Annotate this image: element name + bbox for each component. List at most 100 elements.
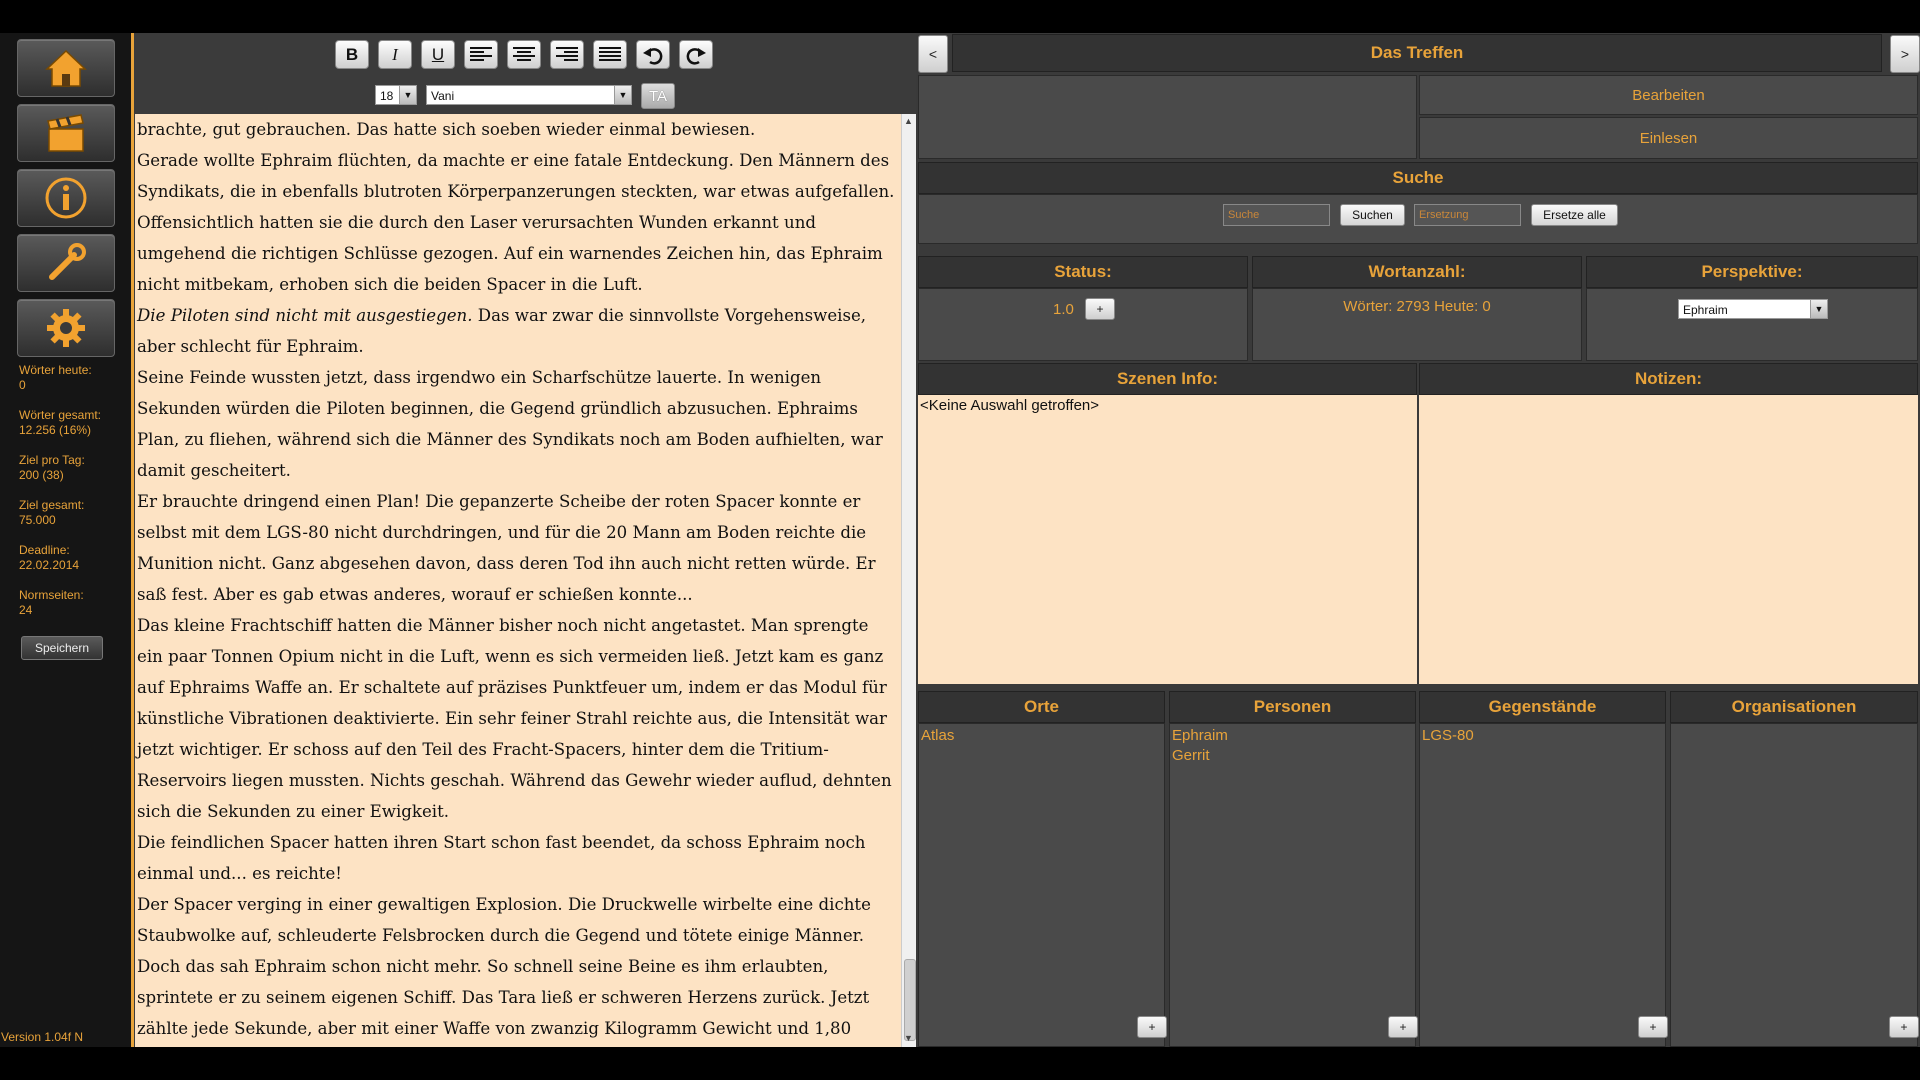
sidebar: Wörter heute: 0 Wörter gesamt: 12.256 (1… (0, 33, 131, 1047)
scene-info-text: <Keine Auswahl getroffen> (920, 397, 1100, 414)
stat-label: Ziel gesamt: (19, 498, 85, 512)
editor-accent-line (131, 33, 134, 1047)
underline-button[interactable]: U (421, 40, 455, 69)
organizations-list: + (1670, 723, 1919, 1047)
search-input[interactable]: Suche (1223, 204, 1330, 226)
scroll-up-icon[interactable]: ▲ (904, 116, 913, 126)
add-organization-button[interactable]: + (1889, 1016, 1919, 1038)
list-item[interactable]: Gerrit (1172, 746, 1210, 766)
status-header: Status: (918, 256, 1248, 288)
search-area: Suche Suchen Ersetzung Ersetze alle (918, 194, 1918, 244)
scroll-thumb[interactable] (904, 959, 916, 1041)
chevron-down-icon: ▼ (1810, 300, 1827, 318)
wrench-icon (49, 243, 86, 280)
wordcount-value: Wörter: 2793 Heute: 0 (1343, 298, 1491, 315)
manuscript-paragraph: brachte, gut gebrauchen. Das hatte sich … (135, 114, 901, 145)
prev-scene-button[interactable]: < (918, 35, 948, 73)
stat-label: Wörter gesamt: (19, 408, 102, 422)
font-size-select[interactable]: 18 ▼ (375, 85, 417, 105)
list-item[interactable]: Ephraim (1172, 726, 1228, 746)
version-label: Version 1.04f N (1, 1030, 84, 1044)
manuscript-text: Seine Feinde wussten jetzt, dass irgendw… (137, 368, 883, 480)
chevron-down-icon: ▼ (614, 86, 631, 104)
notes-textarea[interactable] (1419, 395, 1918, 684)
scene-info-textarea[interactable]: <Keine Auswahl getroffen> (918, 395, 1417, 684)
nav-scenes-button[interactable] (17, 104, 115, 162)
items-list: LGS-80 + (1419, 723, 1668, 1047)
replace-input[interactable]: Ersetzung (1414, 204, 1521, 226)
scene-title: Das Treffen (952, 34, 1882, 72)
justify-icon (599, 46, 621, 61)
perspective-value: Ephraim (1683, 303, 1728, 317)
align-center-button[interactable] (507, 40, 541, 69)
stat-value: 12.256 (16%) (19, 423, 92, 437)
align-center-icon (513, 46, 535, 61)
add-place-button[interactable]: + (1137, 1016, 1167, 1038)
manuscript-text: brachte, gut gebrauchen. Das hatte sich … (137, 120, 756, 139)
manuscript-paragraph: Er brauchte dringend einen Plan! Die gep… (135, 486, 901, 610)
align-left-icon (470, 46, 492, 61)
manuscript-italic-text: Die Piloten sind nicht mit ausgestiegen. (137, 306, 473, 325)
stat-label: Deadline: (19, 543, 70, 557)
font-family-value: Vani (431, 89, 455, 103)
justify-button[interactable] (593, 40, 627, 69)
nav-settings-button[interactable] (17, 299, 115, 357)
home-icon (45, 49, 87, 87)
editor-scrollbar[interactable]: ▲ ▼ (901, 114, 917, 1047)
add-item-button[interactable]: + (1638, 1016, 1668, 1038)
stat-words-today: Wörter heute: 0 (19, 363, 92, 393)
align-left-button[interactable] (464, 40, 498, 69)
manuscript-paragraph: Das kleine Frachtschiff hatten die Männe… (135, 610, 901, 827)
persons-header: Personen (1169, 691, 1416, 723)
editor-pane: B I U 18 ▼ Vani ▼ TA brachte, gut gebrau… (131, 33, 917, 1047)
align-right-icon (556, 46, 578, 61)
manuscript-text: Er brauchte dringend einen Plan! Die gep… (137, 492, 876, 604)
edit-scene-button[interactable]: Bearbeiten (1419, 75, 1918, 115)
nav-info-button[interactable] (17, 169, 115, 227)
clapperboard-icon (47, 114, 84, 152)
perspective-select[interactable]: Ephraim ▼ (1678, 299, 1828, 319)
redo-button[interactable] (679, 40, 713, 69)
undo-icon (643, 47, 663, 65)
align-right-button[interactable] (550, 40, 584, 69)
add-person-button[interactable]: + (1388, 1016, 1418, 1038)
nav-home-button[interactable] (17, 39, 115, 97)
stat-value: 75.000 (19, 513, 56, 527)
read-scene-button[interactable]: Einlesen (1419, 117, 1918, 159)
save-button[interactable]: Speichern (21, 636, 103, 660)
font-family-select[interactable]: Vani ▼ (426, 85, 632, 105)
text-analysis-button[interactable]: TA (641, 83, 675, 109)
scene-info-header: Szenen Info: (918, 363, 1417, 395)
list-item[interactable]: Atlas (921, 726, 954, 746)
stat-label: Normseiten: (19, 588, 84, 602)
italic-button[interactable]: I (378, 40, 412, 69)
stat-words-total: Wörter gesamt: 12.256 (16%) (19, 408, 101, 438)
places-header: Orte (918, 691, 1165, 723)
manuscript-text: Die feindlichen Spacer hatten ihren Star… (137, 833, 866, 883)
nav-tools-button[interactable] (17, 234, 115, 292)
next-scene-button[interactable]: > (1890, 35, 1920, 73)
organizations-header: Organisationen (1670, 691, 1918, 723)
stat-value: 22.02.2014 (19, 558, 80, 572)
persons-list: Ephraim Gerrit + (1169, 723, 1418, 1047)
status-value: 1.0 (1053, 301, 1074, 318)
stat-value: 200 (38) (19, 468, 64, 482)
manuscript-textarea[interactable]: brachte, gut gebrauchen. Das hatte sich … (135, 114, 901, 1047)
stat-goal-per-day: Ziel pro Tag: 200 (38) (19, 453, 85, 483)
status-increment-button[interactable]: + (1085, 298, 1115, 320)
info-icon (45, 177, 87, 219)
items-header: Gegenstände (1419, 691, 1666, 723)
scroll-down-icon[interactable]: ▼ (904, 1033, 913, 1043)
wordcount-header: Wortanzahl: (1252, 256, 1582, 288)
chevron-down-icon: ▼ (399, 86, 416, 104)
bold-button[interactable]: B (335, 40, 369, 69)
replace-all-button[interactable]: Ersetze alle (1531, 204, 1618, 226)
stat-value: 24 (19, 603, 33, 617)
stat-label: Wörter heute: (19, 363, 92, 377)
undo-button[interactable] (636, 40, 670, 69)
app-window: Wörter heute: 0 Wörter gesamt: 12.256 (1… (0, 33, 1920, 1047)
list-item[interactable]: LGS-80 (1422, 726, 1474, 746)
search-button[interactable]: Suchen (1340, 204, 1405, 226)
scene-panel: < Das Treffen > Bearbeiten Einlesen Such… (916, 33, 1920, 1047)
manuscript-text: Das kleine Frachtschiff hatten die Männe… (137, 616, 892, 821)
